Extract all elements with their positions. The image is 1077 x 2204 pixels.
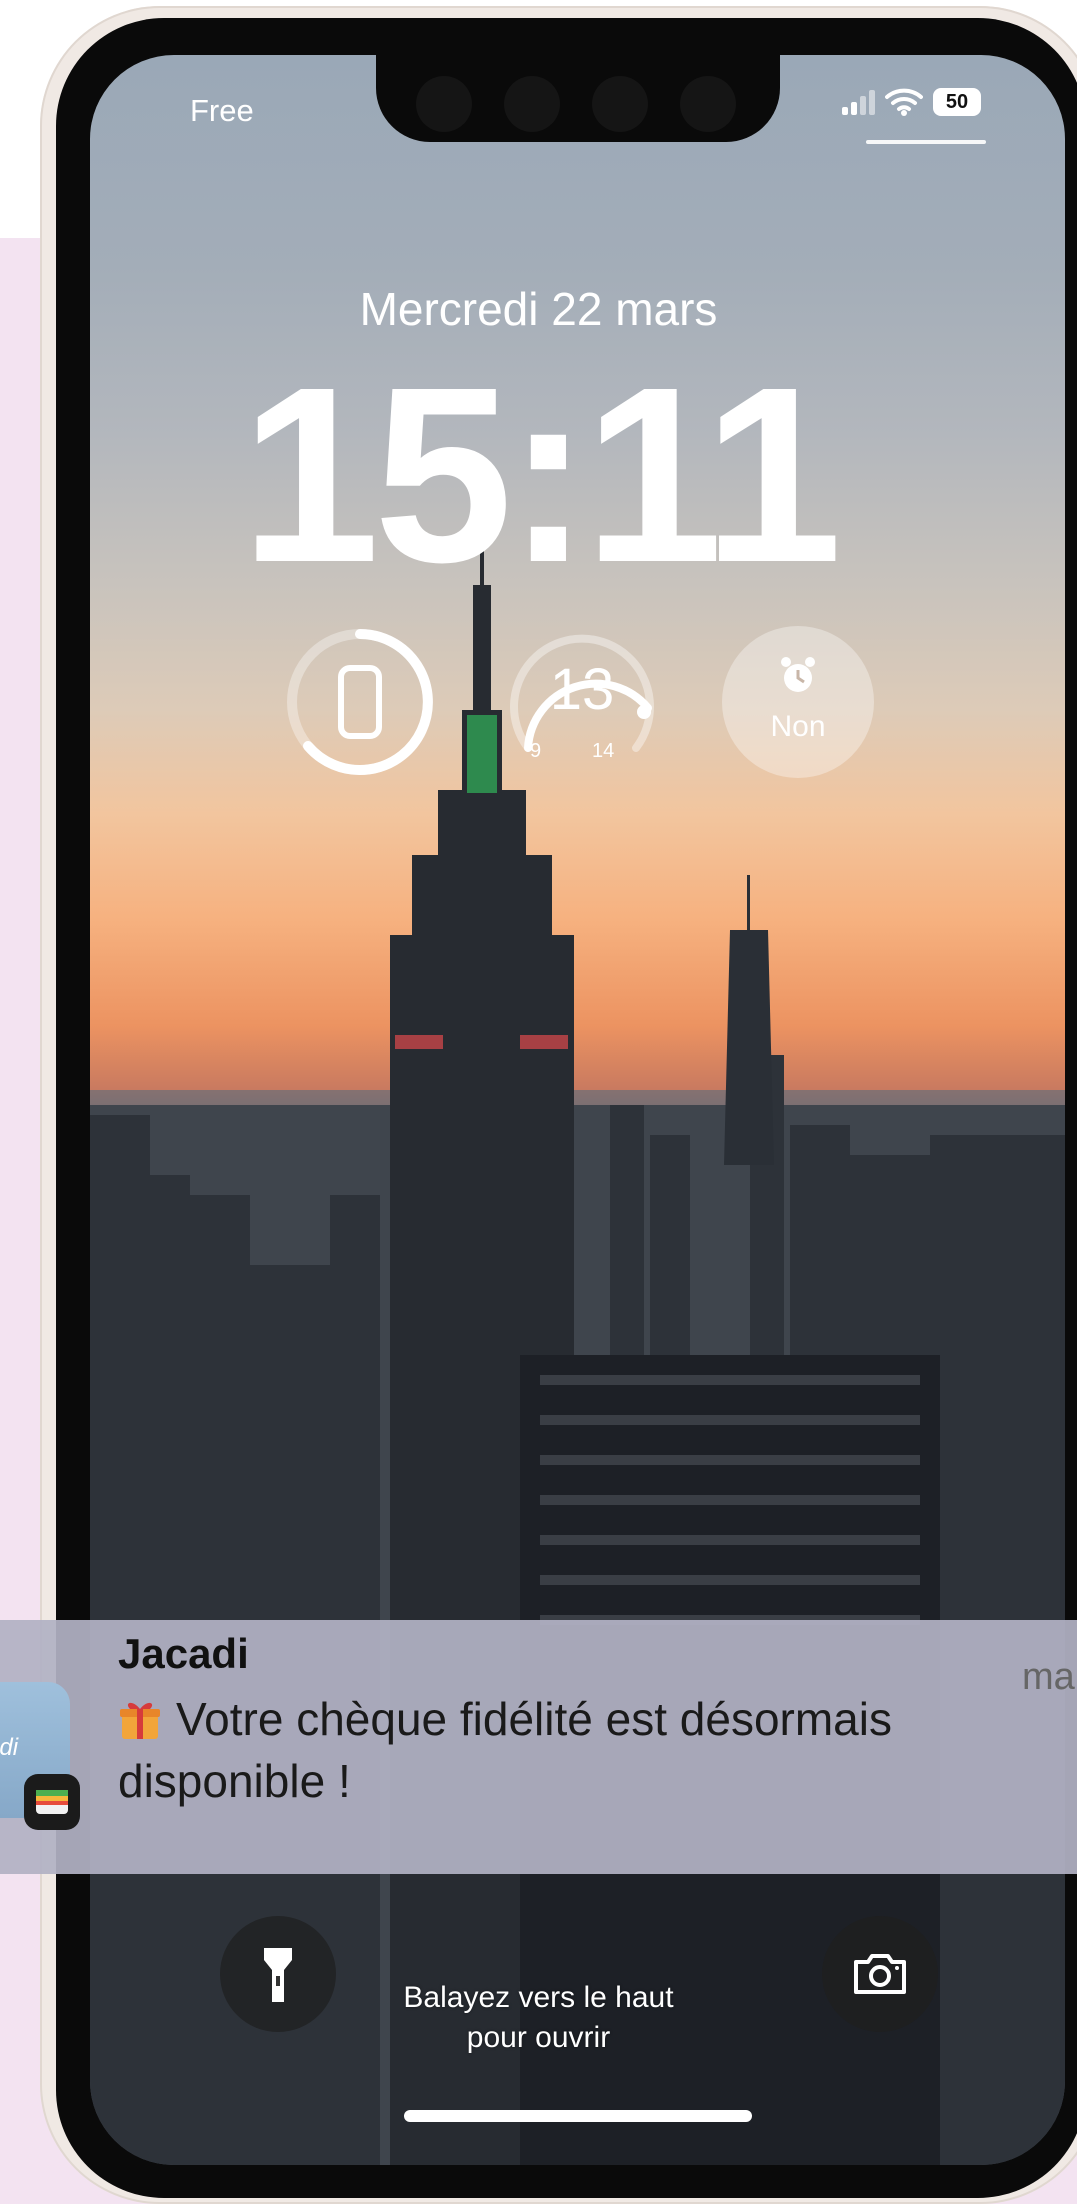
weather-low: 9: [530, 740, 542, 762]
lockscreen-clock: 15:11: [240, 335, 843, 614]
alarm-widget[interactable]: Non: [722, 626, 874, 778]
notification-message-line1: Votre chèque fidélité est désormais: [176, 1693, 892, 1745]
battery-ring-icon: [287, 629, 433, 775]
wallet-icon: [24, 1774, 80, 1830]
battery-icon: 50: [933, 88, 981, 116]
weather-temperature: 13: [549, 657, 615, 722]
sensor: [592, 76, 648, 132]
sensor: [504, 76, 560, 132]
sensor: [680, 76, 736, 132]
alarm-widget-background: [722, 626, 874, 778]
home-indicator[interactable]: [404, 2110, 752, 2122]
carrier-name: Free: [190, 93, 254, 128]
wifi-icon: [885, 88, 923, 116]
camera-lens: [416, 76, 472, 132]
swipe-hint-line2: pour ouvrir: [466, 2021, 611, 2054]
battery-widget[interactable]: [284, 626, 436, 778]
app-icon-label: adi: [0, 1734, 19, 1761]
gift-icon: [120, 1702, 160, 1739]
weather-widget[interactable]: 13 9 14: [506, 626, 658, 778]
alarm-clock-icon: [781, 657, 815, 692]
notification-message: Votre chèque fidélité est désormais disp…: [118, 1688, 1077, 1812]
weather-high: 14: [592, 740, 615, 762]
swipe-hint-line1: Balayez vers le haut: [403, 1981, 674, 2014]
swipe-hint: Balayez vers le haut pour ouvrir: [0, 1978, 1077, 2058]
notification-app-name: Jacadi: [118, 1630, 249, 1677]
control-center-indicator[interactable]: [866, 140, 986, 144]
signal-icon: [842, 89, 875, 115]
status-icons: 50: [842, 88, 981, 116]
alarm-status: Non: [770, 710, 826, 743]
notification-message-line2: disponible !: [118, 1755, 351, 1807]
camera-notch: [376, 20, 780, 142]
lockscreen-date: Mercredi 22 mars: [359, 283, 718, 335]
notification-banner[interactable]: adi Jacadi ma Votre chèque fidélité est …: [0, 1620, 1077, 1874]
